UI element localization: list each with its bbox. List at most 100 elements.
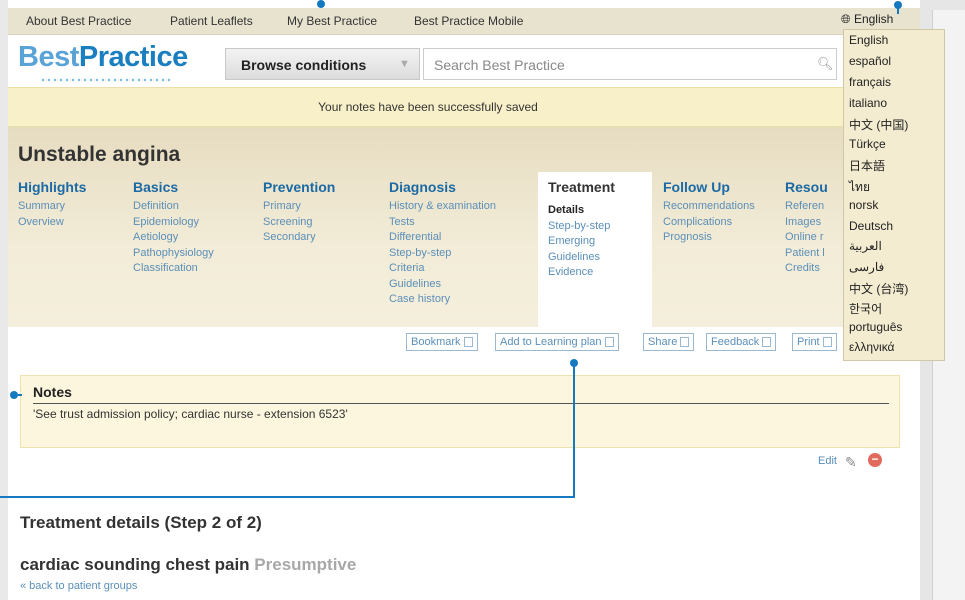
basics-aetiology-link[interactable]: Aetiology	[133, 230, 214, 246]
language-option[interactable]: português	[849, 320, 939, 334]
resources-patient-link[interactable]: Patient l	[785, 246, 828, 262]
followup-recommendations-link[interactable]: Recommendations	[663, 199, 755, 215]
language-option[interactable]: français	[849, 75, 939, 89]
learning-plan-icon	[604, 337, 614, 347]
language-option[interactable]: فارسی	[849, 260, 939, 274]
pencil-icon[interactable]: ✎	[845, 454, 857, 471]
diagnosis-guidelines-link[interactable]: Guidelines	[389, 277, 496, 293]
basics-heading[interactable]: Basics	[133, 179, 214, 195]
language-option[interactable]: Deutsch	[849, 219, 939, 233]
callout-line-learning-plan-horizontal	[0, 496, 575, 498]
share-icon	[680, 337, 690, 347]
nav-about-link[interactable]: About Best Practice	[26, 14, 131, 28]
diagnosis-heading[interactable]: Diagnosis	[389, 179, 496, 195]
section-title: Treatment details (Step 2 of 2)	[20, 513, 262, 532]
nav-patient-leaflets-link[interactable]: Patient Leaflets	[170, 14, 253, 28]
basics-epidemiology-link[interactable]: Epidemiology	[133, 215, 214, 231]
nav-my-best-practice-link[interactable]: My Best Practice	[287, 14, 377, 28]
language-dropdown: English español français italiano 中文 (中国…	[843, 29, 945, 361]
globe-icon: 🌐︎	[841, 12, 851, 26]
language-option[interactable]: 한국어	[849, 300, 939, 317]
notes-panel: Notes 'See trust admission policy; cardi…	[20, 375, 900, 448]
search-placeholder: Search Best Practice	[434, 57, 565, 73]
language-option[interactable]: norsk	[849, 198, 939, 212]
language-option[interactable]: italiano	[849, 96, 939, 110]
highlights-summary-link[interactable]: Summary	[18, 199, 86, 215]
bestpractice-logo[interactable]: BestPractice	[18, 41, 188, 74]
bookmark-button[interactable]: Bookmark	[406, 333, 478, 351]
highlights-heading[interactable]: Highlights	[18, 179, 86, 195]
language-selector[interactable]: 🌐︎ English	[841, 12, 920, 27]
resources-references-link[interactable]: Referen	[785, 199, 828, 215]
language-option[interactable]: 中文 (台湾)	[849, 280, 939, 297]
basics-definition-link[interactable]: Definition	[133, 199, 214, 215]
treatment-details-link[interactable]: Details	[548, 203, 610, 219]
diagnosis-case-history-link[interactable]: Case history	[389, 292, 496, 308]
basics-pathophysiology-link[interactable]: Pathophysiology	[133, 246, 214, 262]
language-option[interactable]: English	[849, 33, 939, 47]
treatment-evidence-link[interactable]: Evidence	[548, 265, 610, 281]
site-header: BestPractice Browse conditions ▼ Search …	[8, 35, 920, 87]
bookmark-icon	[463, 337, 473, 347]
logo-dots	[40, 77, 170, 83]
page-title: Unstable angina	[18, 143, 181, 166]
top-navigation-bar: About Best Practice Patient Leaflets My …	[8, 8, 920, 35]
prevention-heading[interactable]: Prevention	[263, 179, 335, 195]
notes-heading: Notes	[33, 384, 72, 400]
feedback-button[interactable]: Feedback	[706, 333, 777, 351]
browse-conditions-dropdown[interactable]: Browse conditions ▼	[225, 48, 420, 80]
resources-heading[interactable]: Resou	[785, 179, 828, 195]
diagnosis-criteria-link[interactable]: Criteria	[389, 261, 496, 277]
followup-prognosis-link[interactable]: Prognosis	[663, 230, 755, 246]
callout-line-notes	[18, 394, 22, 396]
presumptive-label: Presumptive	[254, 555, 357, 574]
delete-note-icon[interactable]: −	[868, 453, 882, 467]
basics-classification-link[interactable]: Classification	[133, 261, 214, 277]
prevention-secondary-link[interactable]: Secondary	[263, 230, 335, 246]
prevention-primary-link[interactable]: Primary	[263, 199, 335, 215]
diagnosis-history-link[interactable]: History & examination	[389, 199, 496, 215]
add-to-learning-plan-button[interactable]: Add to Learning plan	[495, 333, 619, 351]
treatment-guidelines-link[interactable]: Guidelines	[548, 250, 610, 266]
feedback-icon	[762, 337, 772, 347]
resources-online-link[interactable]: Online r	[785, 230, 828, 246]
diagnosis-differential-link[interactable]: Differential	[389, 230, 496, 246]
diagnosis-step-by-step-link[interactable]: Step-by-step	[389, 246, 496, 262]
nav-mobile-link[interactable]: Best Practice Mobile	[414, 14, 523, 28]
share-button[interactable]: Share	[643, 333, 695, 351]
language-option[interactable]: español	[849, 54, 939, 68]
back-to-patient-groups-link[interactable]: « back to patient groups	[20, 580, 137, 592]
edit-notes-link[interactable]: Edit	[818, 455, 837, 467]
prevention-column: Prevention Primary Screening Secondary	[263, 179, 335, 246]
followup-complications-link[interactable]: Complications	[663, 215, 755, 231]
language-option[interactable]: 日本語	[849, 157, 939, 174]
resources-images-link[interactable]: Images	[785, 215, 828, 231]
language-option[interactable]: Türkçe	[849, 137, 939, 151]
treatment-column-active: Treatment Details Step-by-step Emerging …	[538, 172, 652, 327]
search-input[interactable]: Search Best Practice 🔍︎	[423, 48, 837, 80]
search-icon[interactable]: 🔍︎	[817, 56, 834, 72]
callout-line-language	[897, 8, 899, 14]
callout-line-learning-plan-vertical	[573, 366, 575, 497]
language-option[interactable]: ελληνικά	[849, 340, 939, 354]
highlights-overview-link[interactable]: Overview	[18, 215, 86, 231]
language-option[interactable]: العربية	[849, 239, 939, 253]
treatment-step-by-step-link[interactable]: Step-by-step	[548, 219, 610, 235]
callout-dot-notes	[10, 391, 18, 399]
followup-heading[interactable]: Follow Up	[663, 179, 755, 195]
language-option[interactable]: ไทย	[849, 178, 939, 197]
notes-divider	[33, 403, 889, 404]
print-button[interactable]: Print	[792, 333, 837, 351]
treatment-emerging-link[interactable]: Emerging	[548, 234, 610, 250]
notes-text: 'See trust admission policy; cardiac nur…	[33, 407, 348, 421]
treatment-heading[interactable]: Treatment	[548, 179, 615, 195]
resources-credits-link[interactable]: Credits	[785, 261, 828, 277]
diagnosis-tests-link[interactable]: Tests	[389, 215, 496, 231]
diagnosis-column: Diagnosis History & examination Tests Di…	[389, 179, 496, 308]
topic-header: Unstable angina Highlights Summary Overv…	[8, 127, 920, 327]
save-confirmation-text: Your notes have been successfully saved	[318, 100, 538, 114]
save-confirmation-banner: Your notes have been successfully saved	[8, 87, 920, 127]
browse-conditions-label: Browse conditions	[241, 57, 367, 73]
prevention-screening-link[interactable]: Screening	[263, 215, 335, 231]
language-option[interactable]: 中文 (中国)	[849, 116, 939, 133]
